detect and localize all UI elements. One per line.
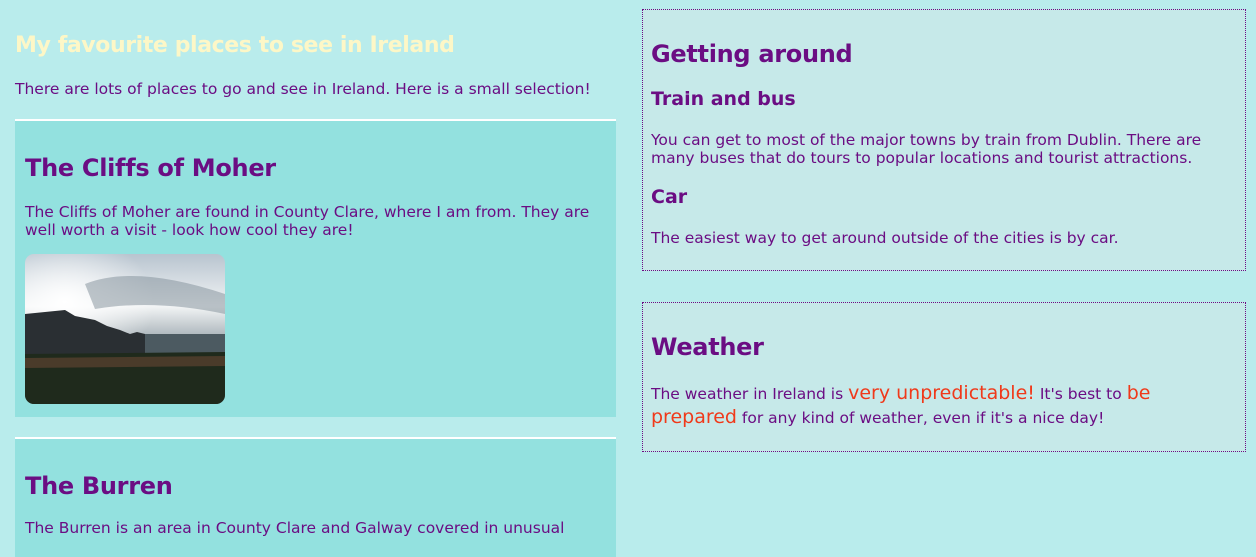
place-heading: The Cliffs of Moher: [25, 154, 276, 182]
weather-text-part: The weather in Ireland is: [651, 385, 849, 403]
place-text: The Cliffs of Moher are found in County …: [25, 203, 590, 239]
weather-text-part: for any kind of weather, even if it's a …: [737, 409, 1105, 427]
cliffs-photo: [25, 254, 225, 404]
weather-text-part: It's best to: [1034, 385, 1127, 403]
place-heading: The Burren: [25, 472, 173, 500]
getting-around-box: Getting around Train and bus You can get…: [642, 9, 1246, 271]
train-bus-heading: Train and bus: [651, 88, 796, 110]
intro-text: There are lots of places to go and see i…: [15, 80, 591, 98]
place-text: The Burren is an area in County Clare an…: [25, 519, 565, 537]
place-card-burren: The Burren The Burren is an area in Coun…: [15, 437, 616, 557]
car-text: The easiest way to get around outside of…: [651, 229, 1119, 247]
train-bus-text: You can get to most of the major towns b…: [651, 131, 1202, 167]
cliffs-image: [25, 254, 225, 404]
weather-text: The weather in Ireland is very unpredict…: [651, 382, 1239, 430]
place-card-cliffs: The Cliffs of Moher The Cliffs of Moher …: [15, 119, 616, 417]
weather-heading: Weather: [651, 333, 764, 361]
page-title: My favourite places to see in Ireland: [15, 33, 455, 58]
car-heading: Car: [651, 186, 688, 208]
highlight-text: very unpredictable!: [848, 382, 1035, 404]
getting-around-heading: Getting around: [651, 40, 853, 68]
weather-box: Weather The weather in Ireland is very u…: [642, 302, 1246, 452]
